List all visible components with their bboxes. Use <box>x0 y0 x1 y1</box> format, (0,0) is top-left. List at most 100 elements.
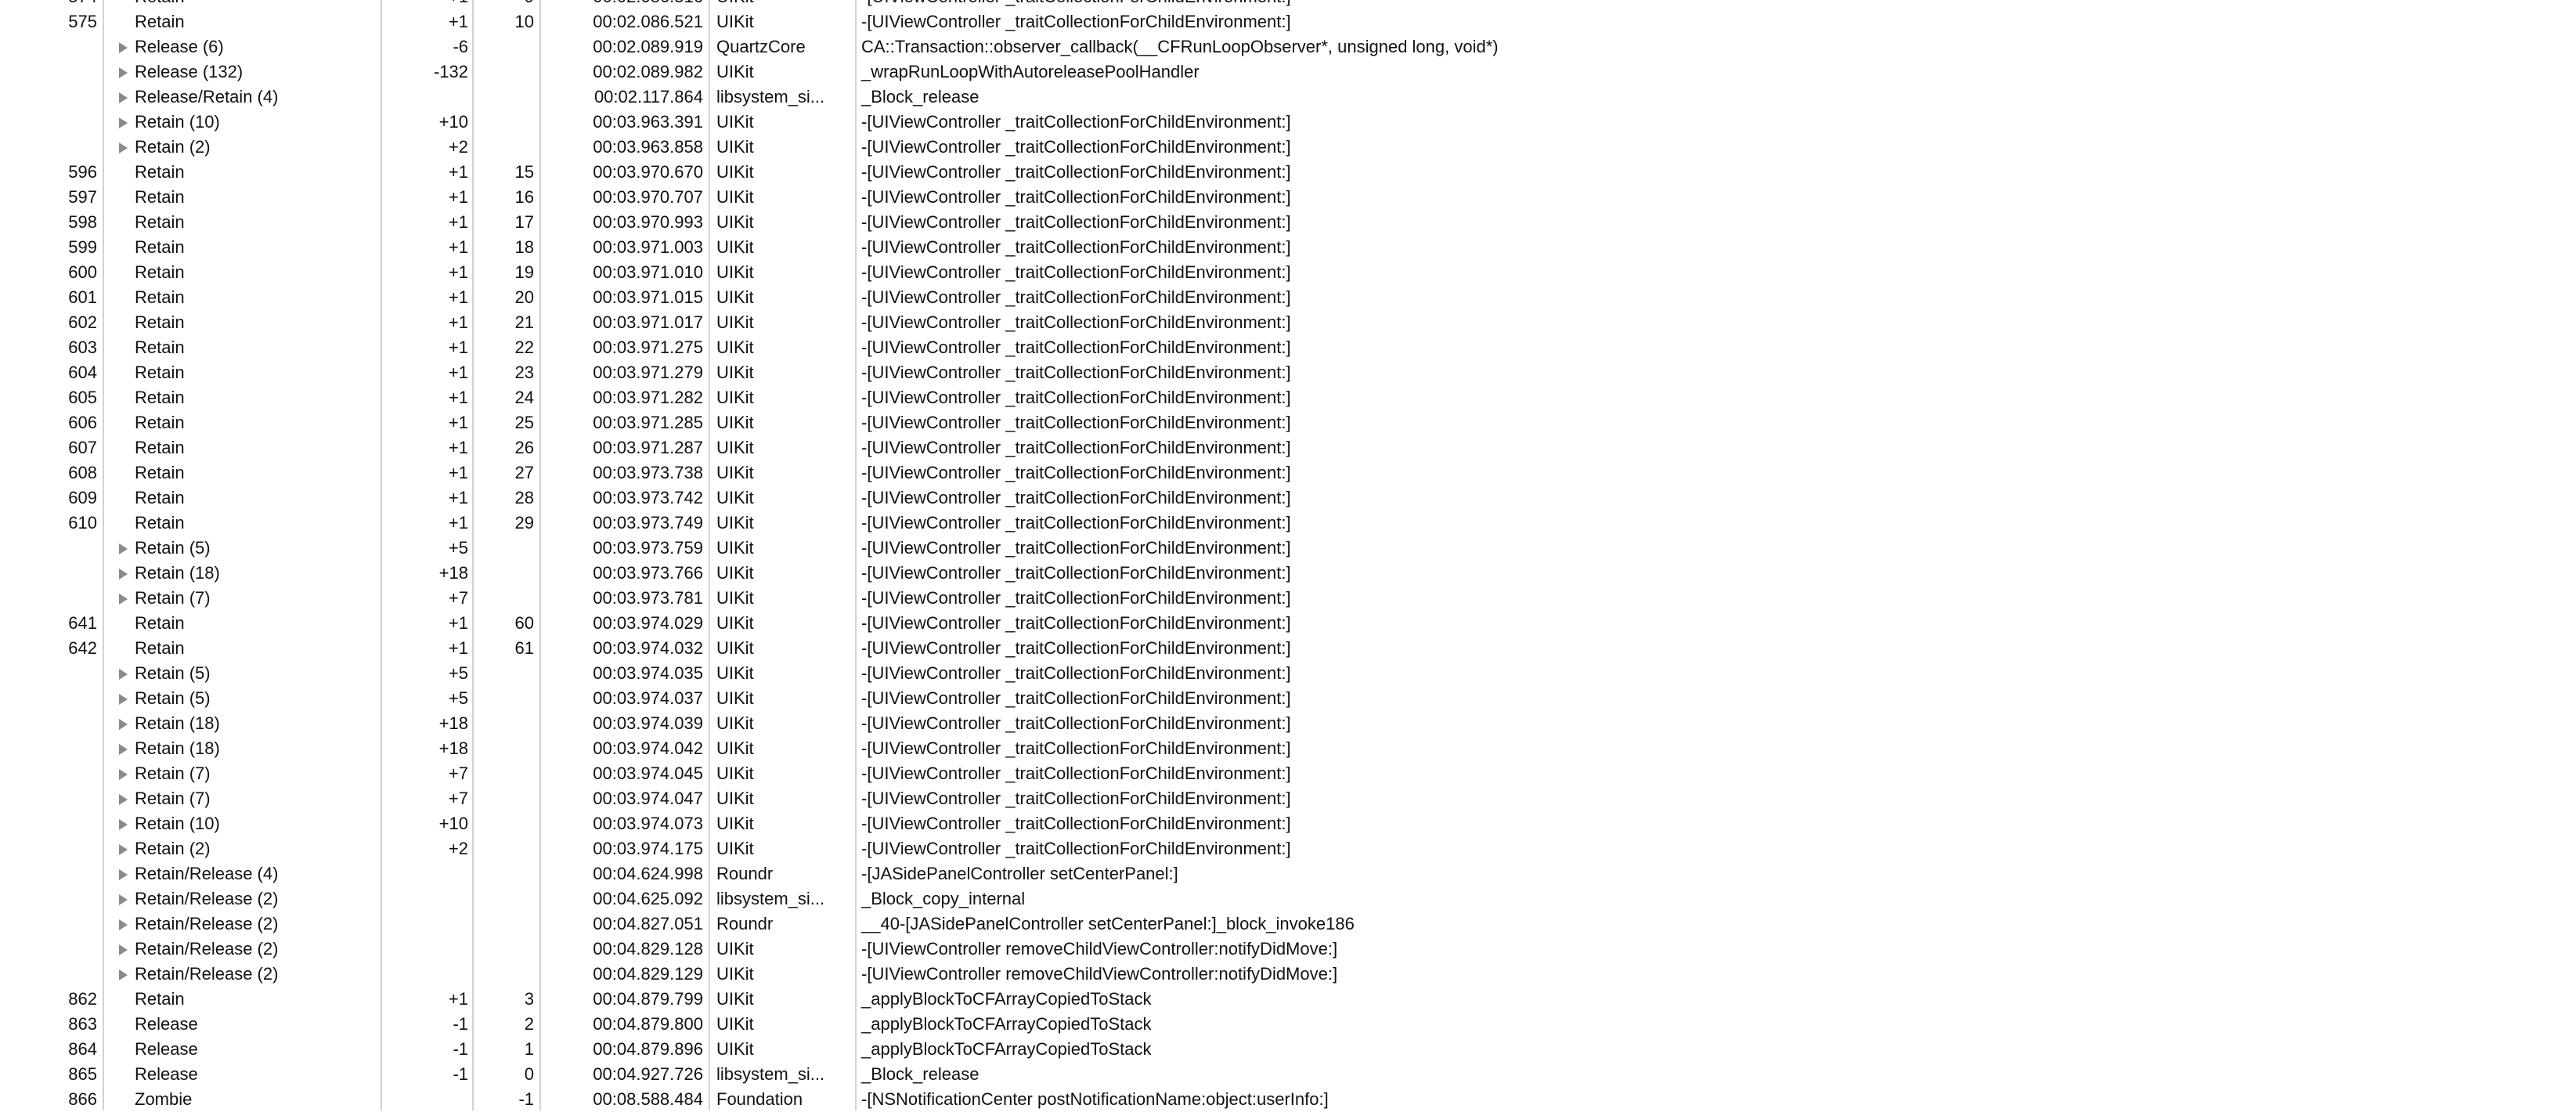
cell-event-type: Retain (2) <box>135 137 211 157</box>
table-row[interactable]: 602 Retain +1 21 00:03.971.017 UIKit -[UIViewC… <box>0 310 2576 335</box>
cell-timestamp: 00:03.973.749 <box>593 513 703 533</box>
cell-responsible-caller: __40-[JASidePanelController setCenterPan… <box>861 914 1355 933</box>
table-row[interactable]: 603 Retain +1 22 00:03.971.275 UIKit -[UIViewC… <box>0 335 2576 360</box>
cell-responsible-library: UIKit <box>716 463 754 482</box>
table-row[interactable]: Retain (2) +2 00:03.963.858 UIKit -[UIViewCo… <box>0 135 2576 160</box>
disclosure-triangle-icon[interactable] <box>119 694 128 705</box>
disclosure-triangle-icon[interactable] <box>119 869 128 880</box>
cell-refct-change: -1 <box>453 1039 468 1059</box>
table-row[interactable]: Retain/Release (2) 00:04.829.128 UIKit -[UI… <box>0 937 2576 962</box>
table-row[interactable]: 864 Release -1 1 00:04.879.896 UIKit _applyBlo… <box>0 1037 2576 1062</box>
table-row[interactable]: Retain/Release (2) 00:04.827.051 Roundr __4… <box>0 912 2576 937</box>
disclosure-triangle-icon[interactable] <box>119 92 128 103</box>
table-row[interactable]: Retain (7) +7 00:03.974.047 UIKit -[UIViewCo… <box>0 786 2576 811</box>
cell-timestamp: 00:03.970.707 <box>593 187 703 207</box>
disclosure-triangle-icon[interactable] <box>119 844 128 855</box>
disclosure-triangle-icon[interactable] <box>119 944 128 955</box>
table-row[interactable]: Release (6) -6 00:02.089.919 QuartzCore CA::… <box>0 34 2576 60</box>
table-row[interactable]: Release (132) -132 00:02.089.982 UIKit _wrap… <box>0 60 2576 85</box>
cell-refct-change: +7 <box>448 789 468 808</box>
table-row[interactable]: Retain/Release (2) 00:04.829.129 UIKit -[UI… <box>0 962 2576 987</box>
table-row[interactable]: 604 Retain +1 23 00:03.971.279 UIKit -[UIViewC… <box>0 360 2576 385</box>
table-row[interactable]: Retain (10) +10 00:03.974.073 UIKit -[UIView… <box>0 811 2576 836</box>
disclosure-triangle-icon[interactable] <box>119 769 128 780</box>
table-row[interactable]: Retain (2) +2 00:03.974.175 UIKit -[UIViewCo… <box>0 836 2576 861</box>
disclosure-triangle-icon[interactable] <box>119 919 128 930</box>
cell-refct: 26 <box>514 438 534 457</box>
cell-timestamp: 00:03.971.282 <box>593 388 703 407</box>
table-row[interactable]: 642 Retain +1 61 00:03.974.032 UIKit -[UIViewC… <box>0 636 2576 661</box>
table-row[interactable]: 605 Retain +1 24 00:03.971.282 UIKit -[UIViewC… <box>0 385 2576 410</box>
cell-refct: 20 <box>514 287 534 307</box>
cell-timestamp: 00:03.974.037 <box>593 688 703 708</box>
cell-event-number: 607 <box>68 438 97 457</box>
table-row[interactable]: Retain (7) +7 00:03.974.045 UIKit -[UIViewCo… <box>0 761 2576 786</box>
cell-event-type: Retain <box>135 12 185 31</box>
table-row[interactable]: 866 Zombie -1 00:08.588.484 Foundation -[NSNo… <box>0 1087 2576 1112</box>
table-row[interactable]: Retain (18) +18 00:03.974.039 UIKit -[UIView… <box>0 711 2576 736</box>
table-row[interactable]: 574 Retain +1 9 00:02.086.516 UIKit -[UIViewCo… <box>0 0 2576 9</box>
table-row[interactable]: 596 Retain +1 15 00:03.970.670 UIKit -[UIViewC… <box>0 160 2576 185</box>
table-row[interactable]: 862 Retain +1 3 00:04.879.799 UIKit _applyBloc… <box>0 987 2576 1012</box>
table-row[interactable]: Retain (7) +7 00:03.973.781 UIKit -[UIViewCo… <box>0 586 2576 611</box>
cell-event-type: Retain (5) <box>135 538 211 558</box>
table-row[interactable]: Retain/Release (2) 00:04.625.092 libsystem… <box>0 886 2576 912</box>
disclosure-triangle-icon[interactable] <box>119 894 128 905</box>
disclosure-triangle-icon[interactable] <box>119 42 128 53</box>
table-row[interactable]: Retain (5) +5 00:03.974.037 UIKit -[UIViewCo… <box>0 686 2576 711</box>
cell-responsible-caller: -[UIViewController _traitCollectionForCh… <box>861 563 1291 583</box>
cell-responsible-library: UIKit <box>716 814 754 833</box>
cell-timestamp: 00:03.963.858 <box>593 137 703 157</box>
cell-responsible-caller: -[UIViewController _traitCollectionForCh… <box>861 764 1291 783</box>
table-row[interactable]: 863 Release -1 2 00:04.879.800 UIKit _applyBlo… <box>0 1012 2576 1037</box>
cell-event-number: 864 <box>68 1039 97 1059</box>
disclosure-triangle-icon[interactable] <box>119 67 128 78</box>
table-row[interactable]: 597 Retain +1 16 00:03.970.707 UIKit -[UIViewC… <box>0 185 2576 210</box>
cell-refct-change: +1 <box>448 438 468 457</box>
disclosure-triangle-icon[interactable] <box>119 719 128 730</box>
disclosure-triangle-icon[interactable] <box>119 969 128 980</box>
cell-timestamp: 00:03.974.175 <box>593 839 703 858</box>
cell-timestamp: 00:04.879.799 <box>593 989 703 1009</box>
cell-responsible-caller: -[UIViewController _traitCollectionForCh… <box>861 363 1291 382</box>
disclosure-triangle-icon[interactable] <box>119 819 128 830</box>
cell-refct-change: +1 <box>448 338 468 357</box>
cell-refct: 17 <box>514 212 534 232</box>
table-row[interactable]: Retain/Release (4) 00:04.624.998 Roundr -[J… <box>0 861 2576 886</box>
cell-responsible-caller: -[UIViewController _traitCollectionForCh… <box>861 463 1291 482</box>
cell-responsible-library: UIKit <box>716 237 754 257</box>
table-row[interactable]: Retain (5) +5 00:03.974.035 UIKit -[UIViewCo… <box>0 661 2576 686</box>
cell-responsible-library: UIKit <box>716 488 754 507</box>
table-row[interactable]: 609 Retain +1 28 00:03.973.742 UIKit -[UIViewC… <box>0 486 2576 511</box>
cell-responsible-library: libsystem_si... <box>716 889 825 908</box>
cell-refct-change: -1 <box>453 1064 468 1084</box>
table-row[interactable]: 575 Retain +1 10 00:02.086.521 UIKit -[UIViewC… <box>0 9 2576 34</box>
table-row[interactable]: 598 Retain +1 17 00:03.970.993 UIKit -[UIViewC… <box>0 210 2576 235</box>
disclosure-triangle-icon[interactable] <box>119 117 128 128</box>
table-row[interactable]: Release/Retain (4) 00:02.117.864 libsystem… <box>0 85 2576 110</box>
table-row[interactable]: 601 Retain +1 20 00:03.971.015 UIKit -[UIViewC… <box>0 285 2576 310</box>
table-row[interactable]: 599 Retain +1 18 00:03.971.003 UIKit -[UIViewC… <box>0 235 2576 260</box>
disclosure-triangle-icon[interactable] <box>119 143 128 153</box>
cell-responsible-caller: _applyBlockToCFArrayCopiedToStack <box>861 1039 1152 1059</box>
table-row[interactable]: 607 Retain +1 26 00:03.971.287 UIKit -[UIViewC… <box>0 435 2576 460</box>
table-row[interactable]: Retain (18) +18 00:03.974.042 UIKit -[UIView… <box>0 736 2576 761</box>
table-row[interactable]: Retain (18) +18 00:03.973.766 UIKit -[UIView… <box>0 561 2576 586</box>
table-row[interactable]: 865 Release -1 0 00:04.927.726 libsystem_si..… <box>0 1062 2576 1087</box>
disclosure-triangle-icon[interactable] <box>119 669 128 680</box>
table-row[interactable]: 641 Retain +1 60 00:03.974.029 UIKit -[UIViewC… <box>0 611 2576 636</box>
table-row[interactable]: 606 Retain +1 25 00:03.971.285 UIKit -[UIViewC… <box>0 410 2576 435</box>
table-row[interactable]: Retain (5) +5 00:03.973.759 UIKit -[UIViewCo… <box>0 536 2576 561</box>
table-row[interactable]: Retain (10) +10 00:03.963.391 UIKit -[UIView… <box>0 110 2576 135</box>
cell-responsible-library: libsystem_si... <box>716 1064 825 1084</box>
disclosure-triangle-icon[interactable] <box>119 569 128 579</box>
cell-refct: 9 <box>525 0 534 9</box>
table-row[interactable]: 610 Retain +1 29 00:03.973.749 UIKit -[UIViewC… <box>0 511 2576 536</box>
disclosure-triangle-icon[interactable] <box>119 594 128 605</box>
disclosure-triangle-icon[interactable] <box>119 543 128 554</box>
table-row[interactable]: 608 Retain +1 27 00:03.973.738 UIKit -[UIViewC… <box>0 460 2576 486</box>
table-row[interactable]: 600 Retain +1 19 00:03.971.010 UIKit -[UIViewC… <box>0 260 2576 285</box>
cell-event-type: Retain/Release (2) <box>135 914 279 933</box>
disclosure-triangle-icon[interactable] <box>119 744 128 755</box>
disclosure-triangle-icon[interactable] <box>119 794 128 805</box>
